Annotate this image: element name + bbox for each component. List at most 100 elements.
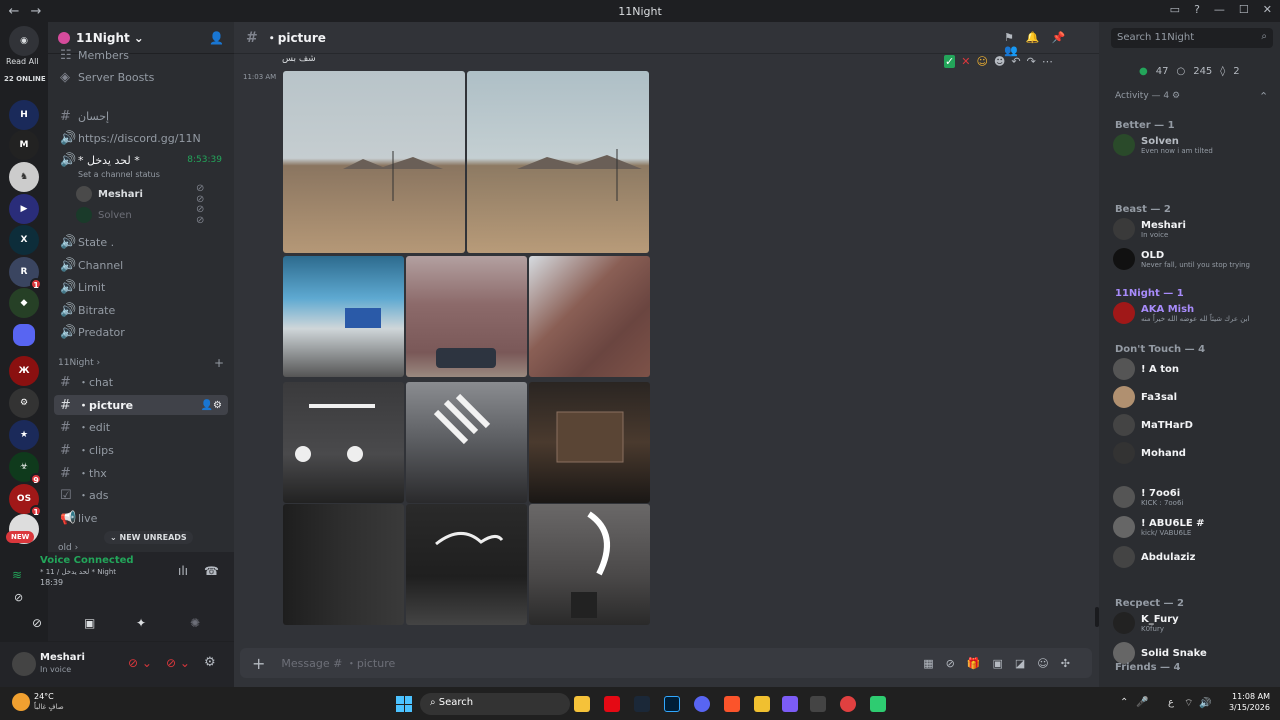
check-reaction-icon[interactable]: ✓	[944, 55, 956, 68]
channel-server-boosts[interactable]: ◈ Server Boosts	[54, 67, 228, 87]
reply-icon[interactable]: ↶	[1011, 55, 1020, 68]
server-icon[interactable]: ★	[9, 420, 39, 450]
attachment-image[interactable]	[467, 71, 649, 253]
member-item[interactable]: Solven Even now i am tilted	[1113, 132, 1275, 158]
disconnect-icon[interactable]: ☎	[204, 564, 219, 578]
add-reaction-icon[interactable]: ☻	[994, 55, 1005, 68]
emoji-reaction-icon[interactable]: ☺	[976, 55, 987, 68]
server-icon[interactable]: M	[9, 130, 39, 160]
member-item[interactable]: ! 7oo6i KICK : 7oo6i	[1113, 484, 1275, 510]
inbox-icon[interactable]: ▭	[1170, 3, 1180, 16]
voice-user[interactable]: Solven ⊘ ⊘	[76, 204, 204, 226]
soundboard-icon[interactable]: ✺	[190, 616, 200, 630]
app-icon[interactable]	[782, 696, 798, 712]
text-channel[interactable]: # ・edit	[54, 417, 228, 437]
add-attachment-icon[interactable]: +	[252, 654, 265, 673]
discord-icon[interactable]	[694, 696, 710, 712]
taskbar-search[interactable]: ⌕ Search	[420, 693, 570, 715]
server-icon[interactable]: ◆	[9, 288, 39, 318]
discord-home-icon[interactable]: ◉	[9, 26, 39, 56]
message-input[interactable]: Message # ・picture	[281, 655, 395, 671]
activities-icon[interactable]: ✦	[136, 616, 146, 630]
attachment-image[interactable]	[406, 382, 527, 503]
activity-header[interactable]: Activity — 4 ⚙	[1115, 91, 1180, 101]
server-icon[interactable]: R1	[9, 257, 42, 290]
new-unreads-button[interactable]: ⌄ NEW UNREADS	[104, 531, 193, 544]
windows-start-icon[interactable]	[396, 696, 412, 712]
app-icon[interactable]	[754, 696, 770, 712]
voice-channel-name[interactable]: * 11 / لحد يدخل * Night	[40, 568, 116, 576]
member-item[interactable]: OLD Never fall, until you stop trying	[1113, 246, 1275, 272]
attachment-image[interactable]	[529, 256, 650, 377]
server-icon[interactable]: ⚙	[9, 388, 39, 418]
more-icon[interactable]: ⋯	[1042, 55, 1053, 68]
mic-muted-icon[interactable]: ⊘ ⌄	[128, 656, 152, 670]
member-item[interactable]: AKA Mish ابن عرك شيئاً لله عوضه الله خيرا…	[1113, 300, 1275, 326]
text-channel[interactable]: 📢 live	[54, 508, 228, 528]
photoshop-icon[interactable]	[664, 696, 680, 712]
camera-off-icon[interactable]: ⊘	[32, 616, 42, 630]
minimize-button[interactable]: —	[1214, 3, 1225, 16]
x-reaction-icon[interactable]: ✕	[961, 55, 970, 68]
waveform-icon[interactable]: ılı	[178, 564, 188, 578]
app-icon[interactable]	[870, 696, 886, 712]
voice-user[interactable]: Meshari ⊘ ⊘	[76, 183, 204, 205]
maximize-button[interactable]: ☐	[1239, 3, 1249, 16]
member-item[interactable]: Abdulaziz	[1113, 544, 1275, 570]
add-friend-icon[interactable]: 👤	[209, 31, 224, 45]
server-icon[interactable]: Ж	[9, 356, 39, 386]
member-item[interactable]: ! A ton	[1113, 356, 1275, 382]
member-item[interactable]: MaTHarD	[1113, 412, 1275, 438]
server-icon[interactable]: ♞	[9, 162, 39, 192]
voice-channel[interactable]: 🔊 Channel	[54, 255, 228, 275]
text-channel-active[interactable]: # ・picture 👤⚙	[54, 395, 228, 415]
app-icon[interactable]	[840, 696, 856, 712]
voice-status[interactable]: Voice Connected	[40, 555, 134, 566]
voice-channel[interactable]: 🔊 Limit	[54, 277, 228, 297]
netflix-icon[interactable]	[604, 696, 620, 712]
chevron-up-icon[interactable]: ⌃	[1259, 90, 1268, 103]
text-channel[interactable]: # ・clips	[54, 440, 228, 460]
voice-channel-active[interactable]: 🔊 * لحد يدخل * 8:53:39	[54, 150, 228, 170]
folder-icon[interactable]	[13, 324, 35, 346]
add-channel-icon[interactable]: +	[214, 356, 224, 370]
channel-status[interactable]: Set a channel status	[78, 170, 160, 179]
file-explorer-icon[interactable]	[574, 696, 590, 712]
member-item[interactable]: K_Fury K0fury	[1113, 610, 1275, 636]
server-icon[interactable]: X	[9, 225, 39, 255]
read-all-button[interactable]: Read All	[6, 57, 39, 66]
gear-icon[interactable]: ⚙	[204, 655, 216, 670]
voice-channel[interactable]: 🔊 Predator	[54, 322, 228, 342]
message-actions[interactable]: ✓ ✕ ☺ ☻ ↶ ↷ ⋯	[944, 55, 1053, 68]
channel-item[interactable]: 🔊 https://discord.gg/11N	[54, 128, 228, 148]
text-channel[interactable]: # ・thx	[54, 463, 228, 483]
app-icon[interactable]	[810, 696, 826, 712]
member-item[interactable]: ! ABU6LE # kick/ VABU6LE	[1113, 514, 1275, 540]
attachment-image[interactable]	[283, 382, 404, 503]
attachment-image[interactable]	[529, 504, 650, 625]
channel-item[interactable]: # إحسان	[54, 106, 228, 126]
avatar[interactable]	[12, 652, 36, 676]
forward-icon[interactable]: ↷	[1027, 55, 1036, 68]
attachment-image[interactable]	[406, 256, 527, 377]
noise-suppression-icon[interactable]: ⊘	[14, 591, 23, 604]
voice-channel[interactable]: 🔊 State .	[54, 232, 228, 252]
attachment-image[interactable]	[529, 382, 650, 503]
attachment-image[interactable]	[283, 71, 465, 253]
member-item[interactable]: Meshari In voice	[1113, 216, 1275, 242]
attachment-image[interactable]	[283, 504, 404, 625]
server-icon[interactable]: ▶	[9, 194, 39, 224]
tray-icons[interactable]: ⌃🎤	[1120, 697, 1157, 708]
server-icon[interactable]: OS 1	[9, 484, 42, 517]
server-icon[interactable]: ☣ 9	[9, 452, 42, 485]
help-icon[interactable]: ?	[1194, 3, 1200, 16]
attachment-image[interactable]	[283, 256, 404, 377]
brave-icon[interactable]	[724, 696, 740, 712]
member-item[interactable]: Fa3sal	[1113, 384, 1275, 410]
clock-time[interactable]: 11:08 AM	[1230, 692, 1270, 701]
composer-toolbar[interactable]: ▦⊘🎁▣◪☺✣	[923, 657, 1082, 670]
language-indicator[interactable]: ع	[1168, 697, 1174, 708]
text-channel[interactable]: ☑ ・ads	[54, 485, 228, 505]
text-channel[interactable]: # ・chat	[54, 372, 228, 392]
network-volume-icon[interactable]: ⌔🔊	[1184, 697, 1218, 710]
